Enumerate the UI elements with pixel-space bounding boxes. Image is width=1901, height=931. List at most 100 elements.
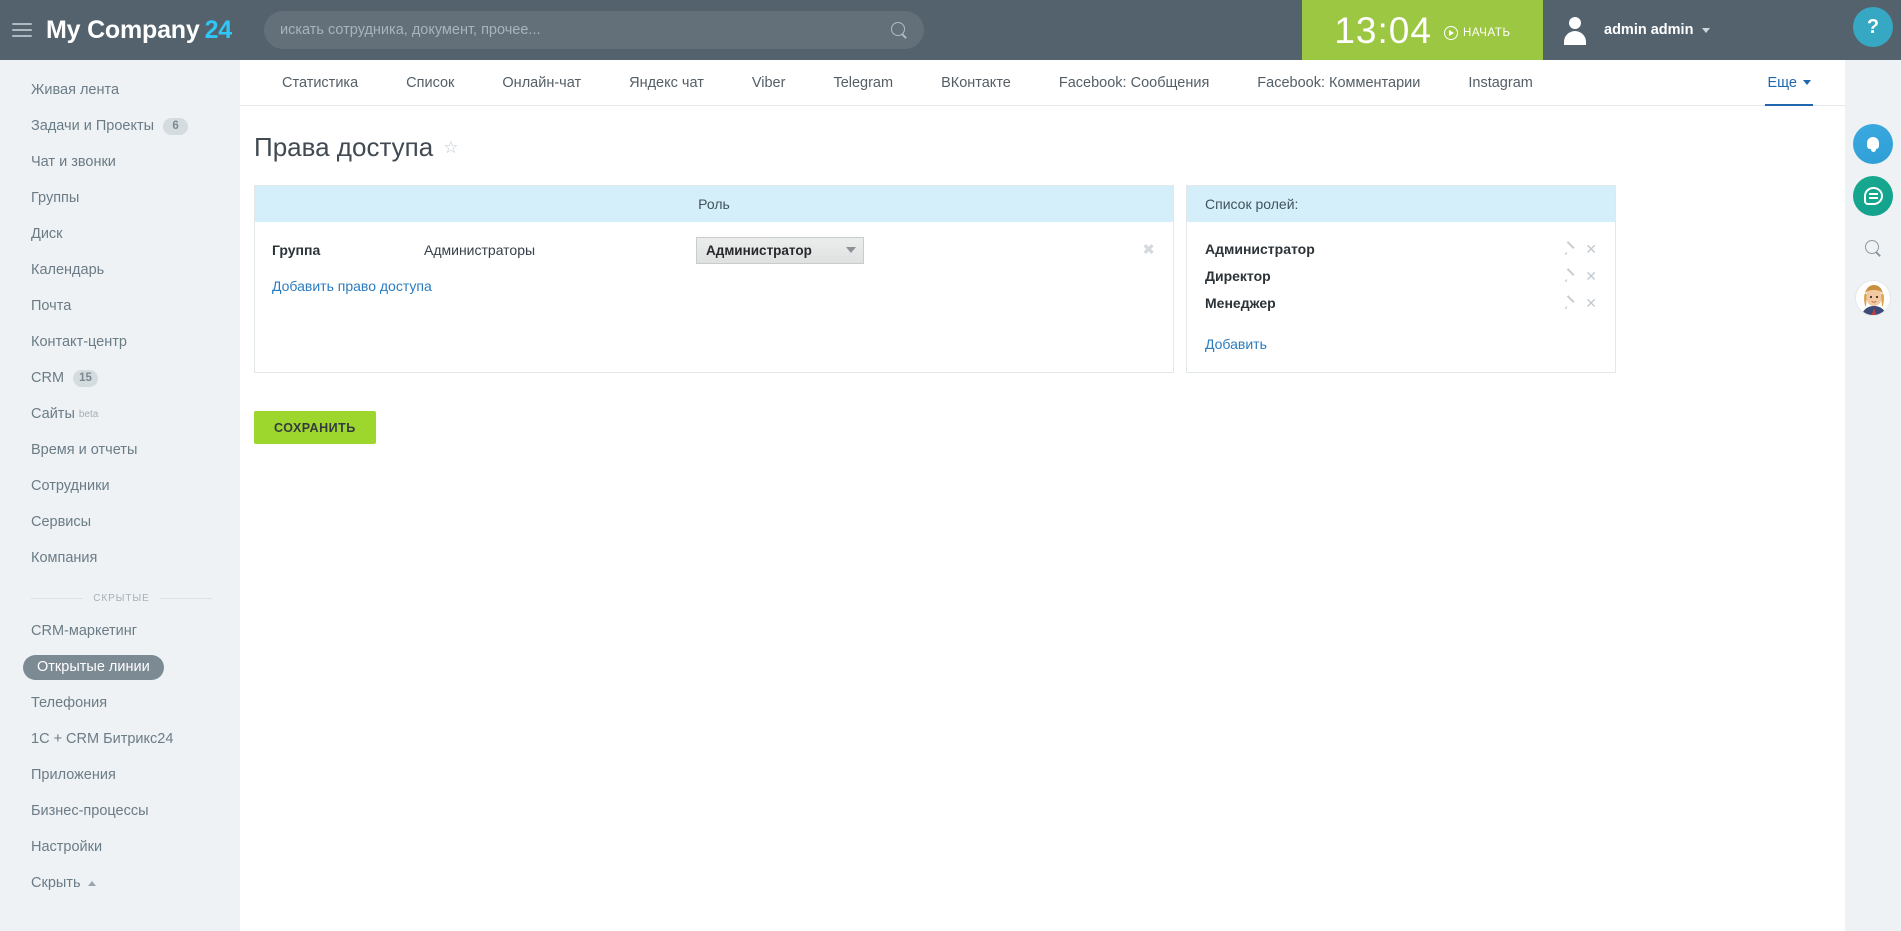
tab-2[interactable]: Список	[382, 60, 478, 105]
sidebar-hidden-item-3[interactable]: Телефония	[0, 685, 240, 721]
tab-label: Статистика	[282, 74, 359, 91]
role-list-item: Администратор ✕	[1187, 235, 1615, 262]
delete-permission-icon[interactable]: ✖	[1142, 243, 1155, 258]
avatar[interactable]	[1855, 280, 1891, 316]
start-workday-button[interactable]: НАЧАТЬ	[1443, 25, 1511, 40]
sidebar-item-3[interactable]: Чат и звонки	[0, 144, 240, 180]
sidebar-item-label: Почта	[31, 298, 72, 314]
sidebar-item-13[interactable]: Сервисы	[0, 504, 240, 540]
sidebar-hidden-item-label: Телефония	[31, 695, 108, 711]
add-role-link[interactable]: Добавить	[1205, 336, 1267, 352]
sidebar-item-badge: 6	[163, 117, 189, 135]
role-name: Администратор	[1205, 240, 1315, 257]
tab-label: Telegram	[833, 74, 894, 91]
role-actions: ✕	[1564, 242, 1597, 256]
brand-logo[interactable]: My Company 24	[46, 16, 232, 45]
sidebar-item-label: Компания	[31, 550, 98, 566]
sidebar-item-2[interactable]: Задачи и Проекты 6	[0, 108, 240, 144]
save-area: СОХРАНИТЬ	[240, 373, 1845, 444]
sidebar-hidden-item-7[interactable]: Настройки	[0, 829, 240, 865]
chevron-down-icon	[1803, 80, 1811, 85]
sidebar-item-10[interactable]: Сайты beta	[0, 396, 240, 432]
sidebar-item-11[interactable]: Время и отчеты	[0, 432, 240, 468]
sidebar-item-label: Сайты	[31, 406, 75, 422]
rail-search-button[interactable]	[1853, 228, 1893, 268]
permission-row: Группа Администраторы Администратор ✖	[255, 222, 1173, 278]
tab-3[interactable]: Онлайн-чат	[478, 60, 605, 105]
sidebar-item-label: Чат и звонки	[31, 154, 116, 170]
sidebar-item-label: CRM	[31, 370, 65, 386]
sidebar-item-8[interactable]: Контакт-центр	[0, 324, 240, 360]
tab-9[interactable]: Facebook: Комментарии	[1233, 60, 1444, 105]
tab-1[interactable]: Статистика	[258, 60, 382, 105]
delete-role-icon[interactable]: ✕	[1585, 242, 1597, 256]
top-bar: My Company24 13:04 НАЧАТЬ admin admin	[0, 0, 1901, 60]
menu-hamburger-icon[interactable]	[12, 23, 32, 37]
tab-7[interactable]: ВКонтакте	[917, 60, 1035, 105]
role-actions: ✕	[1564, 269, 1597, 283]
role-list-item: Директор ✕	[1187, 262, 1615, 289]
sidebar-item-label: Группы	[31, 190, 80, 206]
roles-panel-header: Список ролей:	[1187, 186, 1615, 222]
sidebar-hidden-item-2[interactable]: Открытые линии	[0, 649, 240, 685]
tab-label: Facebook: Сообщения	[1058, 74, 1210, 91]
user-avatar-icon	[1560, 15, 1590, 45]
sidebar-item-label: Живая лента	[31, 82, 120, 98]
sidebar-hidden-item-1[interactable]: CRM-маркетинг	[0, 613, 240, 649]
role-select[interactable]: Администратор	[696, 236, 864, 264]
favorite-star-icon[interactable]: ☆	[443, 139, 458, 156]
role-actions: ✕	[1564, 296, 1597, 310]
chat-bubble-icon	[1863, 187, 1883, 205]
hidden-section-label: СКРЫТЫЕ	[93, 593, 150, 604]
search-input[interactable]	[280, 22, 892, 38]
sidebar-item-label: Сотрудники	[31, 478, 110, 494]
left-sidebar: Живая лента Задачи и Проекты 6 Чат и звонки…	[0, 60, 240, 931]
page-title: Права доступа	[254, 132, 434, 162]
tab-6[interactable]: Telegram	[809, 60, 917, 105]
save-button[interactable]: СОХРАНИТЬ	[254, 411, 376, 444]
sidebar-item-label: Календарь	[31, 262, 105, 278]
worktime-clock-widget[interactable]: 13:04 НАЧАТЬ	[1302, 0, 1543, 60]
tab-4[interactable]: Яндекс чат	[605, 60, 728, 105]
role-name: Директор	[1205, 267, 1271, 284]
add-role-row: Добавить	[1187, 316, 1615, 372]
sidebar-item-label: Контакт-центр	[31, 334, 127, 350]
user-name: admin admin	[1604, 22, 1694, 38]
sidebar-item-14[interactable]: Компания	[0, 540, 240, 576]
tab-10[interactable]: Instagram	[1444, 60, 1556, 105]
beta-badge: beta	[78, 408, 99, 420]
sidebar-collapse-toggle[interactable]: Скрыть	[0, 865, 240, 901]
chevron-down-icon[interactable]	[1702, 27, 1711, 33]
add-permission-link[interactable]: Добавить право доступа	[272, 278, 432, 294]
messenger-button[interactable]	[1853, 176, 1893, 216]
sidebar-item-label: Задачи и Проекты	[31, 118, 155, 134]
sidebar-item-4[interactable]: Группы	[0, 180, 240, 216]
sidebar-hidden-item-4[interactable]: 1С + CRM Битрикс24	[0, 721, 240, 757]
delete-role-icon[interactable]: ✕	[1585, 296, 1597, 310]
edit-pencil-icon[interactable]	[1564, 243, 1576, 255]
sidebar-item-1[interactable]: Живая лента	[0, 72, 240, 108]
sidebar-hidden-item-label: Открытые линии	[23, 654, 164, 680]
tab-8[interactable]: Facebook: Сообщения	[1035, 60, 1233, 105]
edit-pencil-icon[interactable]	[1564, 270, 1576, 282]
tab-5[interactable]: Viber	[728, 60, 810, 105]
roles-list-panel: Список ролей: Администратор ✕ Директор ✕ Мен…	[1186, 185, 1616, 373]
sidebar-item-label: Время и отчеты	[31, 442, 138, 458]
sidebar-item-7[interactable]: Почта	[0, 288, 240, 324]
sidebar-item-5[interactable]: Диск	[0, 216, 240, 252]
sidebar-item-6[interactable]: Календарь	[0, 252, 240, 288]
user-menu[interactable]: admin admin	[1560, 0, 1711, 60]
tab-more[interactable]: Еще	[1743, 60, 1835, 106]
help-button[interactable]: ?	[1853, 7, 1893, 47]
edit-pencil-icon[interactable]	[1564, 297, 1576, 309]
sidebar-hidden-item-5[interactable]: Приложения	[0, 757, 240, 793]
notifications-button[interactable]	[1853, 124, 1893, 164]
brand-suffix: 24	[204, 15, 233, 44]
global-search[interactable]	[264, 11, 925, 49]
delete-role-icon[interactable]: ✕	[1585, 269, 1597, 283]
search-icon[interactable]	[891, 21, 908, 39]
sidebar-item-12[interactable]: Сотрудники	[0, 468, 240, 504]
sidebar-item-9[interactable]: CRM 15	[0, 360, 240, 396]
sidebar-hidden-item-6[interactable]: Бизнес-процессы	[0, 793, 240, 829]
separator-line-left	[31, 598, 84, 599]
